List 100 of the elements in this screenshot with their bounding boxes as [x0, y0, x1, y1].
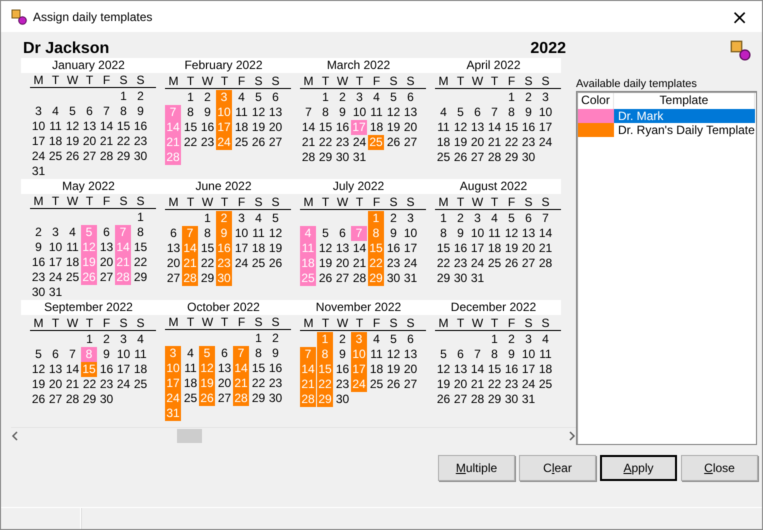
calendar-day[interactable]: 14 [537, 226, 554, 241]
calendar-day[interactable]: 8 [435, 226, 452, 241]
calendar-day[interactable]: 31 [520, 392, 537, 407]
calendar-day[interactable]: 11 [64, 240, 81, 255]
calendar-day[interactable]: 1 [199, 211, 216, 226]
calendar-day[interactable]: 20 [402, 120, 419, 135]
calendar-day[interactable]: 29 [503, 150, 520, 165]
calendar-day[interactable]: 5 [503, 211, 520, 226]
calendar-day[interactable]: 16 [452, 241, 469, 256]
calendar-day[interactable]: 22 [115, 134, 132, 149]
calendar-day[interactable]: 11 [368, 105, 385, 120]
calendar-day[interactable]: 10 [469, 226, 486, 241]
calendar-day[interactable]: 26 [385, 377, 402, 392]
calendar-day[interactable]: 21 [469, 377, 486, 392]
calendar-day[interactable]: 25 [47, 149, 64, 164]
calendar-day[interactable]: 3 [351, 90, 368, 105]
calendar-day[interactable]: 16 [30, 255, 47, 270]
calendar-day[interactable]: 22 [486, 377, 503, 392]
calendar-day[interactable]: 3 [402, 211, 419, 226]
calendar-day[interactable]: 26 [267, 256, 284, 271]
calendar-day[interactable]: 9 [503, 347, 520, 362]
calendar-day[interactable]: 8 [199, 226, 216, 241]
calendar-day[interactable]: 29 [199, 271, 216, 286]
calendar-day[interactable]: 26 [385, 135, 402, 150]
calendar-day[interactable]: 6 [402, 332, 419, 347]
calendar-day[interactable]: 5 [267, 211, 284, 226]
dialog-button[interactable]: Multiple [438, 455, 515, 481]
calendar-day[interactable]: 28 [351, 271, 368, 286]
calendar-day[interactable]: 12 [452, 120, 469, 135]
calendar-day[interactable]: 31 [47, 285, 64, 300]
calendar-day[interactable]: 28 [486, 150, 503, 165]
calendar-day[interactable]: 21 [98, 134, 115, 149]
calendar-day[interactable]: 24 [115, 377, 132, 392]
calendar-day[interactable]: 18 [537, 362, 554, 377]
calendar-day[interactable]: 6 [520, 211, 537, 226]
calendar-day[interactable]: 8 [250, 346, 267, 361]
calendar-day[interactable]: 11 [250, 226, 267, 241]
calendar-day[interactable]: 30 [98, 392, 115, 407]
calendar-day[interactable]: 10 [537, 105, 554, 120]
calendar-day[interactable]: 24 [520, 377, 537, 392]
calendar-day[interactable]: 19 [30, 377, 47, 392]
calendar-day[interactable]: 7 [98, 104, 115, 119]
calendar-day[interactable]: 15 [132, 240, 149, 255]
calendar-day[interactable]: 4 [182, 346, 199, 361]
calendar-day[interactable]: 23 [503, 377, 520, 392]
calendar-day[interactable]: 5 [250, 90, 267, 105]
calendar-day[interactable]: 13 [165, 241, 182, 256]
calendar-day[interactable]: 1 [81, 332, 98, 347]
calendar-day[interactable]: 27 [452, 392, 469, 407]
calendar-day[interactable]: 1 [250, 331, 267, 346]
calendar-day[interactable]: 8 [115, 104, 132, 119]
calendar-day[interactable]: 25 [435, 150, 452, 165]
calendar-day[interactable]: 19 [503, 241, 520, 256]
calendar-day[interactable]: 17 [520, 362, 537, 377]
calendar-day[interactable]: 5 [30, 347, 47, 362]
calendar-day[interactable]: 9 [520, 105, 537, 120]
calendar-day[interactable]: 12 [385, 347, 402, 362]
calendar-day[interactable]: 14 [64, 362, 81, 377]
calendar-day[interactable]: 15 [250, 361, 267, 376]
calendar-day[interactable]: 5 [385, 332, 402, 347]
calendar-day[interactable]: 30 [334, 150, 351, 165]
calendar-day[interactable]: 13 [47, 362, 64, 377]
calendar-day[interactable]: 22 [250, 376, 267, 391]
scroll-thumb[interactable] [177, 429, 202, 443]
calendar-day[interactable]: 24 [402, 256, 419, 271]
calendar-day[interactable]: 15 [503, 120, 520, 135]
close-button[interactable]: × [725, 6, 754, 26]
calendar-day[interactable]: 6 [334, 226, 351, 241]
calendar-day[interactable]: 5 [64, 104, 81, 119]
calendar-day[interactable]: 3 [233, 211, 250, 226]
calendar-day[interactable]: 31 [402, 271, 419, 286]
calendar-day[interactable]: 26 [64, 149, 81, 164]
calendar-day[interactable]: 11 [368, 347, 385, 362]
calendar-day[interactable]: 13 [334, 241, 351, 256]
calendar-day[interactable]: 8 [317, 105, 334, 120]
scroll-left-icon[interactable] [11, 431, 19, 441]
calendar-day[interactable]: 27 [98, 270, 115, 285]
calendar-day[interactable]: 29 [115, 149, 132, 164]
dialog-button[interactable]: Apply [600, 455, 677, 481]
calendar-day[interactable]: 4 [47, 104, 64, 119]
calendar-day[interactable]: 5 [385, 90, 402, 105]
calendar-day[interactable]: 27 [165, 271, 182, 286]
calendar-day[interactable]: 30 [503, 392, 520, 407]
scroll-right-icon[interactable] [568, 431, 576, 441]
calendar-day[interactable]: 18 [132, 362, 149, 377]
calendar-day[interactable]: 13 [452, 362, 469, 377]
calendar-day[interactable]: 13 [81, 119, 98, 134]
calendar-day[interactable]: 3 [30, 104, 47, 119]
calendar-day[interactable]: 10 [30, 119, 47, 134]
calendar-day[interactable]: 9 [452, 226, 469, 241]
calendar-day[interactable]: 28 [300, 150, 317, 165]
calendar-day[interactable]: 29 [486, 392, 503, 407]
calendar-day[interactable]: 5 [435, 347, 452, 362]
calendar-day[interactable]: 11 [47, 119, 64, 134]
calendar-day[interactable]: 6 [47, 347, 64, 362]
calendar-day[interactable]: 26 [452, 150, 469, 165]
calendar-day[interactable]: 7 [486, 105, 503, 120]
calendar-day[interactable]: 18 [435, 135, 452, 150]
calendar-day[interactable]: 19 [385, 362, 402, 377]
calendar-day[interactable]: 23 [132, 134, 149, 149]
